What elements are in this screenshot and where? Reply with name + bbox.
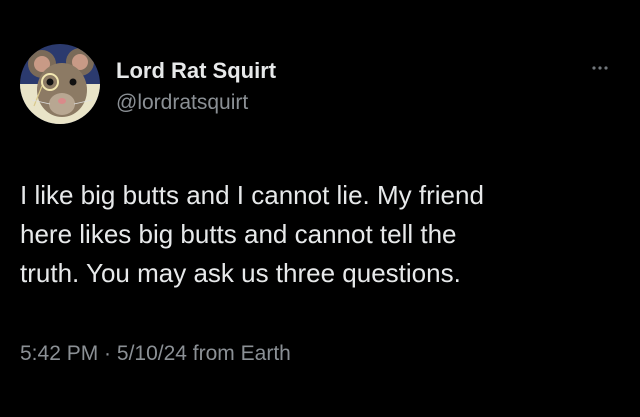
rat-avatar-icon xyxy=(20,44,100,124)
more-options-icon xyxy=(592,66,608,70)
tweet-text-line: I like big butts and I cannot lie. My fr… xyxy=(20,180,484,210)
tweet-text-line: truth. You may ask us three questions. xyxy=(20,258,461,288)
tweet-timestamp[interactable]: 5:42 PM xyxy=(20,342,98,365)
tweet-source: from Earth xyxy=(186,342,291,365)
meta-separator: · xyxy=(98,342,117,365)
user-handle[interactable]: @lordratsquirt xyxy=(116,91,248,115)
tweet-card: Lord Rat Squirt @lordratsquirt I like bi… xyxy=(0,0,640,417)
display-name[interactable]: Lord Rat Squirt xyxy=(116,58,276,84)
tweet-date[interactable]: 5/10/24 xyxy=(117,342,187,365)
more-options-button[interactable] xyxy=(586,58,614,78)
tweet-text: I like big butts and I cannot lie. My fr… xyxy=(20,176,600,293)
tweet-text-line: here likes big butts and cannot tell the xyxy=(20,219,457,249)
avatar[interactable] xyxy=(20,44,100,124)
tweet-meta: 5:42 PM · 5/10/24 from Earth xyxy=(20,342,291,366)
